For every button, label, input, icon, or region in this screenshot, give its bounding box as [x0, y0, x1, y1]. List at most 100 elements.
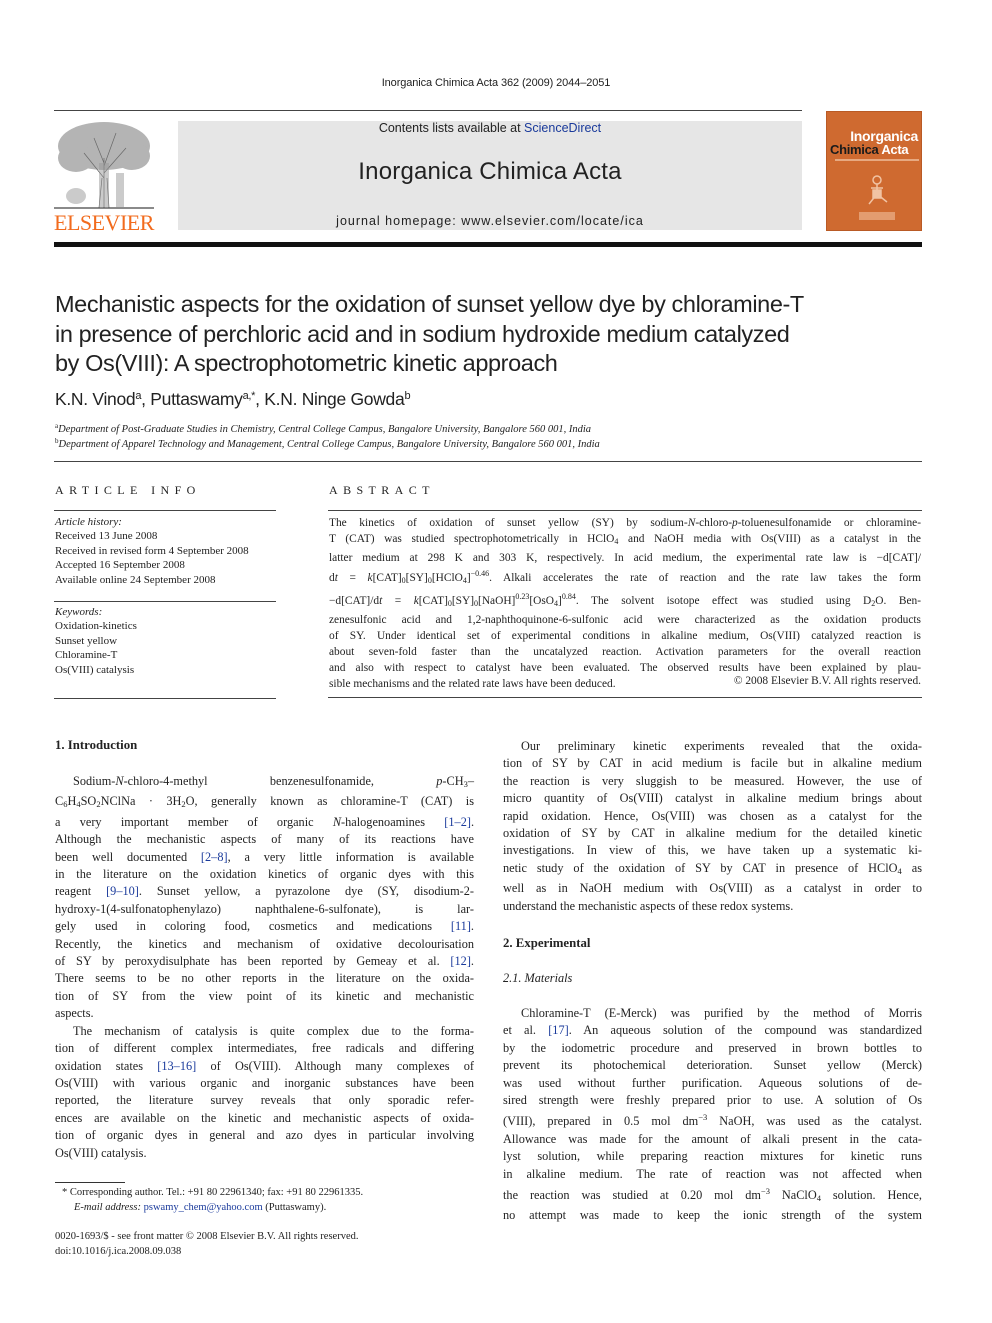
reference-link[interactable]: [17]	[548, 1023, 569, 1037]
elsevier-wordmark: ELSEVIER	[54, 210, 154, 235]
text-line: (VIII), prepared in 0.5 mol dm−3 NaOH, w…	[503, 1112, 922, 1129]
email-label: E-mail address:	[74, 1201, 141, 1213]
text-line: rapid oxidation. Hence, Os(VIII) was cho…	[503, 808, 922, 823]
text-line: reagent [9–10]. Sunset yellow, a pyrazol…	[55, 884, 474, 899]
journal-name: Inorganica Chimica Acta	[358, 158, 622, 185]
text-line: prevent its photochemical deterioration.…	[503, 1058, 922, 1073]
author-list: K.N. Vinoda, Puttaswamya,*, K.N. Ninge G…	[55, 389, 411, 409]
history-label: Article history:	[55, 516, 122, 528]
subsection-heading-materials: 2.1. Materials	[503, 971, 573, 985]
issn-line: 0020-1693/$ - see front matter © 2008 El…	[55, 1231, 359, 1242]
reference-link[interactable]: [13–16]	[157, 1059, 196, 1073]
doi-link[interactable]: doi:10.1016/j.ica.2008.09.038	[55, 1245, 358, 1260]
text-line: zenesulfonic acid and 1,2-naphthoquinone…	[329, 614, 921, 626]
author-affiliation-mark[interactable]: b	[404, 390, 410, 402]
article-title: Mechanistic aspects for the oxidation of…	[55, 290, 935, 379]
text-line: tion of SY from the view point of its ki…	[55, 988, 474, 1003]
text-line: latter medium at 298 K and 303 K, respec…	[329, 552, 921, 564]
text-line: The mechanism of catalysis is quite comp…	[73, 1023, 474, 1038]
abstract-bottom-rule	[328, 697, 922, 698]
cover-title-acta: Acta	[881, 142, 909, 157]
keyword: Chloramine-T	[55, 649, 118, 662]
author-name[interactable]: K.N. Ninge Gowda	[264, 389, 404, 409]
text-line: Although the mechanistic aspects of many…	[55, 832, 474, 847]
affiliation-b: bDepartment of Apparel Technology and Ma…	[55, 437, 600, 450]
keyword: Oxidation-kinetics	[55, 620, 137, 633]
elsevier-tree-icon	[54, 118, 154, 210]
text-line: gely used in coloring food, cosmetics an…	[55, 919, 474, 934]
text-line: in the literature on the oxidation kinet…	[55, 867, 474, 882]
elsevier-logo[interactable]: ELSEVIER	[54, 118, 154, 234]
keyword: Os(VIII) catalysis	[55, 663, 135, 676]
text-line: of SY. Under identical set of experiment…	[329, 630, 921, 642]
text-line: reported, the literature survey reveals …	[55, 1093, 474, 1108]
text-line: Os(VIII) with various organic and inorga…	[55, 1075, 474, 1090]
cover-subtitle-bar	[835, 159, 919, 161]
reference-link[interactable]: [12]	[450, 954, 471, 968]
masthead-thick-rule	[54, 242, 922, 247]
affiliation-a: aDepartment of Post-Graduate Studies in …	[55, 422, 591, 435]
cover-publisher-mark	[859, 212, 895, 220]
keywords-rule	[54, 601, 276, 602]
author-name[interactable]: K.N. Vinod	[55, 389, 136, 409]
email-link[interactable]: pswamy_chem@yahoo.com	[144, 1202, 263, 1213]
cover-title-chimica: Chimica	[830, 142, 879, 157]
journal-masthead: Contents lists available at ScienceDirec…	[178, 121, 802, 230]
text-line: tion of organic dyes in general and azo …	[55, 1128, 474, 1143]
abstract-copyright: © 2008 Elsevier B.V. All rights reserved…	[733, 675, 921, 687]
affiliation-text: Department of Post-Graduate Studies in C…	[58, 424, 592, 435]
history-item: Accepted 16 September 2008	[55, 559, 185, 572]
sciencedirect-link[interactable]: ScienceDirect	[524, 121, 601, 135]
reference-link[interactable]: [11]	[451, 919, 471, 933]
text-line: Recently, the kinetics and mechanism of …	[55, 936, 474, 951]
history-item: Received in revised form 4 September 200…	[55, 544, 249, 557]
text-line: sired strength were freshly prepared pri…	[503, 1093, 922, 1108]
affiliation-rule	[54, 461, 922, 462]
history-item: Available online 24 September 2008	[55, 573, 216, 586]
text-line: and also with respect to catalyst have b…	[329, 662, 921, 674]
introduction-continued-text: Our preliminary kinetic experiments reve…	[503, 738, 922, 915]
affiliation-text: Department of Apparel Technology and Man…	[58, 439, 600, 450]
journal-homepage-link[interactable]: journal homepage: www.elsevier.com/locat…	[178, 214, 802, 228]
corresponding-author-contact: * Corresponding author. Tel.: +91 80 229…	[62, 1187, 364, 1198]
materials-text: Chloramine-T (E-Merck) was purified by t…	[503, 1005, 922, 1225]
text-line: the reaction is very sluggish to be meas…	[503, 773, 922, 788]
text-line: about seven-fold faster than the uncatal…	[329, 646, 921, 658]
text-line: ences are available on the kinetic and m…	[55, 1110, 474, 1125]
email-suffix: (Puttaswamy).	[262, 1201, 327, 1213]
contents-prefix: Contents lists available at	[378, 121, 525, 135]
article-info-heading: ARTICLE INFO	[55, 483, 201, 497]
section-heading-introduction: 1. Introduction	[55, 738, 138, 752]
abstract-heading: ABSTRACT	[329, 483, 435, 497]
keywords: Keywords: Oxidation-kinetics Sunset yell…	[55, 605, 277, 677]
title-line: by Os(VIII): A spectrophotometric kineti…	[55, 350, 558, 376]
author-affiliation-mark[interactable]: a,*	[243, 390, 256, 402]
history-item: Received 13 June 2008	[55, 530, 158, 543]
text-line: −d[CAT]/dt = k[CAT]0[SY]0[NaOH]0.23[OsO4…	[329, 592, 921, 608]
introduction-text: Sodium-N-chloro-4-methyl benzenesulfonam…	[55, 773, 474, 1162]
text-line: understand the mechanistic aspects of th…	[503, 898, 794, 913]
section-heading-experimental: 2. Experimental	[503, 936, 591, 950]
text-line: by the iodometric procedure and preserve…	[503, 1040, 922, 1055]
text-line: T (CAT) was studied spectrophotometrical…	[329, 533, 921, 546]
text-line: Os(VIII) catalysis.	[55, 1145, 147, 1160]
text-line: was used without further purification. A…	[503, 1075, 922, 1090]
title-line: Mechanistic aspects for the oxidation of…	[55, 291, 804, 317]
text-line: lyst solution, while preparing reaction …	[503, 1149, 922, 1164]
header-rule	[54, 110, 802, 111]
cover-title-line2: Chimica Acta	[830, 142, 909, 157]
reference-link[interactable]: [2–8]	[201, 850, 228, 864]
text-line: et al. [17]. An aqueous solution of the …	[503, 1023, 922, 1038]
keywords-label: Keywords:	[55, 606, 103, 618]
text-line: oxidation of SY by CAT in alkaline mediu…	[503, 826, 922, 841]
corresponding-author-footnote: * Corresponding author. Tel.: +91 80 229…	[62, 1186, 363, 1215]
author-name[interactable]: Puttaswamy	[150, 389, 243, 409]
reference-link[interactable]: [1–2]	[444, 815, 471, 829]
text-line: There seems to be no other reports in th…	[55, 971, 474, 986]
text-line: dt = k[CAT]0[SY]0[HClO4]−0.46. Alkali ac…	[329, 569, 921, 585]
author-affiliation-mark[interactable]: a	[135, 390, 141, 402]
reference-link[interactable]: [9–10]	[106, 884, 139, 898]
text-line: aspects.	[55, 1006, 94, 1021]
journal-cover-image[interactable]: Inorganica Chimica Acta	[826, 111, 922, 231]
article-info-rule	[54, 510, 276, 511]
